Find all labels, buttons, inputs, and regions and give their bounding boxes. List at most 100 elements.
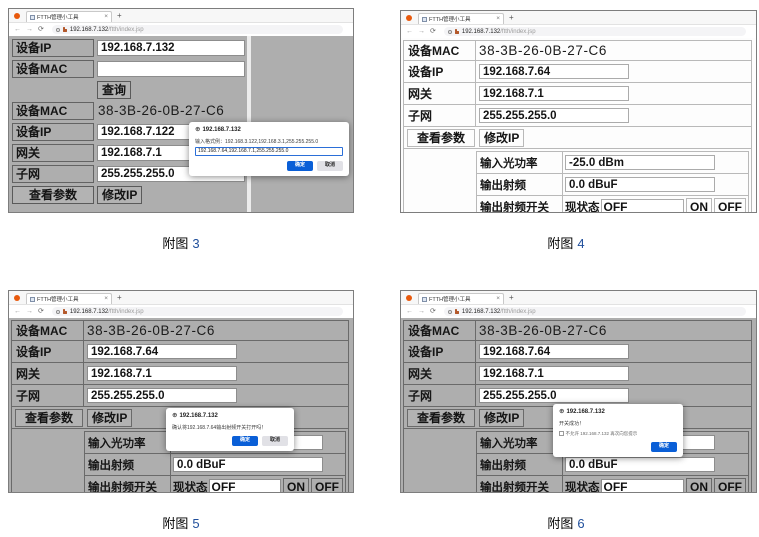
optical-power-input[interactable] xyxy=(565,155,715,170)
dialog-cancel-button[interactable]: 取消 xyxy=(262,436,288,446)
device-mac-input[interactable] xyxy=(97,61,245,77)
forward-button[interactable]: → xyxy=(26,308,33,315)
forward-button[interactable]: → xyxy=(418,308,425,315)
view-params-button[interactable]: 查看参数 xyxy=(407,409,475,427)
new-tab-button[interactable]: + xyxy=(117,12,122,20)
dialog-cancel-button[interactable]: 取消 xyxy=(317,161,343,171)
rf-output-input[interactable] xyxy=(565,457,715,472)
device-ip-input[interactable] xyxy=(97,40,245,56)
firefox-icon[interactable] xyxy=(14,13,20,19)
reload-button[interactable]: ⟳ xyxy=(38,308,44,315)
rf-switch-status: OFF xyxy=(601,479,685,492)
subnet-input[interactable] xyxy=(87,388,237,403)
gateway-input[interactable] xyxy=(479,366,629,381)
confirm-dialog: ⊕ 192.168.7.132 确认将192.168.7.64输出射频开关打开吗… xyxy=(166,408,294,451)
firefox-icon[interactable] xyxy=(14,295,20,301)
forward-button[interactable]: → xyxy=(418,28,425,35)
view-params-button[interactable]: 查看参数 xyxy=(12,186,94,204)
new-tab-button[interactable]: + xyxy=(509,14,514,22)
caption-prefix: 附图 xyxy=(547,236,573,251)
navigation-bar: ← → ⟳ 192.168.7.132/ftth/index.jsp xyxy=(9,305,353,319)
subnet-label: 子网 xyxy=(12,385,84,406)
dont-ask-again-checkbox[interactable] xyxy=(559,431,564,436)
shield-icon[interactable] xyxy=(56,28,60,32)
dialog-ok-button[interactable]: 确定 xyxy=(651,442,677,452)
rf-off-button[interactable]: OFF xyxy=(714,198,746,212)
shield-icon[interactable] xyxy=(56,310,60,314)
device-mac-value: 38-3B-26-0B-27-C6 xyxy=(479,323,607,338)
dialog-title: 192.168.7.132 xyxy=(566,409,604,415)
dialog-title: 192.168.7.132 xyxy=(202,127,240,133)
device-ip-input[interactable] xyxy=(479,344,629,359)
result-mac-value: 38-3B-26-0B-27-C6 xyxy=(98,103,224,118)
device-ip-input[interactable] xyxy=(479,64,629,79)
modify-ip-button[interactable]: 修改IP xyxy=(479,409,524,427)
rf-off-button[interactable]: OFF xyxy=(714,478,746,492)
site-dialog-icon: ⊕ xyxy=(195,127,200,134)
rf-output-row: 输出射频 xyxy=(477,454,748,476)
back-button[interactable]: ← xyxy=(406,308,413,315)
tab-close-icon[interactable]: × xyxy=(496,16,500,23)
url-path: /ftth/index.jsp xyxy=(500,29,535,35)
shield-icon[interactable] xyxy=(448,310,452,314)
url-bar[interactable]: 192.168.7.132/ftth/index.jsp xyxy=(444,307,746,316)
dialog-ip-input[interactable] xyxy=(195,147,343,156)
firefox-icon[interactable] xyxy=(406,15,412,21)
view-params-button[interactable]: 查看参数 xyxy=(15,409,83,427)
reload-button[interactable]: ⟳ xyxy=(430,28,436,35)
subnet-input[interactable] xyxy=(479,108,629,123)
back-button[interactable]: ← xyxy=(406,28,413,35)
modify-ip-button[interactable]: 修改IP xyxy=(97,186,142,204)
caption-number: 4 xyxy=(577,236,584,251)
view-params-button[interactable]: 查看参数 xyxy=(407,129,475,147)
url-bar[interactable]: 192.168.7.132/ftth/index.jsp xyxy=(444,27,746,36)
gateway-input[interactable] xyxy=(87,366,237,381)
gateway-label: 网关 xyxy=(12,363,84,384)
reload-button[interactable]: ⟳ xyxy=(38,26,44,33)
device-ip-row: 设备IP xyxy=(404,341,751,363)
tab-close-icon[interactable]: × xyxy=(104,296,108,303)
device-ip-input[interactable] xyxy=(87,344,237,359)
back-button[interactable]: ← xyxy=(14,26,21,33)
rf-off-button[interactable]: OFF xyxy=(311,478,343,492)
lock-icon xyxy=(63,29,67,32)
tab-close-icon[interactable]: × xyxy=(104,14,108,21)
new-tab-button[interactable]: + xyxy=(509,294,514,302)
gateway-input[interactable] xyxy=(479,86,629,101)
modify-ip-button[interactable]: 修改IP xyxy=(87,409,132,427)
tab-title: FTTH管理小工具 xyxy=(429,295,494,303)
tab-close-icon[interactable]: × xyxy=(496,296,500,303)
browser-tab[interactable]: FTTH管理小工具 × xyxy=(418,293,504,304)
rf-on-button[interactable]: ON xyxy=(686,478,712,492)
dialog-message: 确认将192.168.7.64输出射频开关打开吗！ xyxy=(172,424,288,431)
dialog-ok-button[interactable]: 确定 xyxy=(287,161,313,171)
new-tab-button[interactable]: + xyxy=(117,294,122,302)
browser-tab[interactable]: FTTH管理小工具 × xyxy=(418,13,504,24)
device-ip-row: 设备IP xyxy=(12,341,348,363)
browser-tab[interactable]: FTTH管理小工具 × xyxy=(26,293,112,304)
dialog-message: 开关成功！ xyxy=(559,420,677,427)
lock-icon xyxy=(63,311,67,314)
result-ip-label: 设备IP xyxy=(12,123,94,141)
caption-prefix: 附图 xyxy=(547,516,573,531)
caption-number: 3 xyxy=(192,236,199,251)
rf-on-button[interactable]: ON xyxy=(686,198,712,212)
forward-button[interactable]: → xyxy=(26,26,33,33)
rf-output-input[interactable] xyxy=(565,177,715,192)
url-bar[interactable]: 192.168.7.132/ftth/index.jsp xyxy=(52,25,343,34)
query-button[interactable]: 查询 xyxy=(97,81,131,99)
tab-title: FTTH管理小工具 xyxy=(37,295,102,303)
rf-on-button[interactable]: ON xyxy=(283,478,309,492)
firefox-icon[interactable] xyxy=(406,295,412,301)
back-button[interactable]: ← xyxy=(14,308,21,315)
rf-output-input[interactable] xyxy=(173,457,323,472)
browser-tab[interactable]: FTTH管理小工具 × xyxy=(26,11,112,22)
device-mac-label: 设备MAC xyxy=(12,60,94,78)
url-bar[interactable]: 192.168.7.132/ftth/index.jsp xyxy=(52,307,343,316)
tab-title: FTTH管理小工具 xyxy=(429,15,494,23)
subnet-input[interactable] xyxy=(479,388,629,403)
modify-ip-button[interactable]: 修改IP xyxy=(479,129,524,147)
reload-button[interactable]: ⟳ xyxy=(430,308,436,315)
shield-icon[interactable] xyxy=(448,30,452,34)
dialog-ok-button[interactable]: 确定 xyxy=(232,436,258,446)
